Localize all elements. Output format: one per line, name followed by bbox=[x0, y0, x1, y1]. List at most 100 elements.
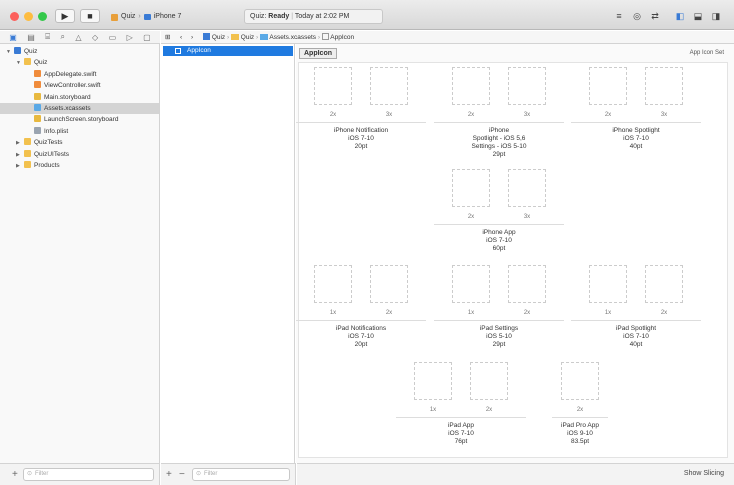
zoom-window-button[interactable] bbox=[38, 12, 47, 21]
assets-icon bbox=[259, 34, 268, 40]
stop-button[interactable]: ■ bbox=[80, 9, 100, 23]
asset-editor-header: AppIcon App Icon Set bbox=[296, 48, 734, 60]
icon-slot[interactable] bbox=[414, 362, 452, 400]
icon-slot-scale: 2x bbox=[523, 310, 531, 316]
navigator-item[interactable]: Main.storyboard bbox=[0, 92, 159, 103]
icon-slot[interactable] bbox=[314, 265, 352, 303]
show-slicing-button[interactable]: Show Slicing bbox=[684, 470, 724, 477]
folder-icon bbox=[24, 161, 31, 168]
icon-slot-scale: 3x bbox=[523, 112, 531, 118]
toggle-debug-area-button[interactable]: ⬓ bbox=[690, 9, 706, 23]
navigator-item-label: QuizUITests bbox=[34, 150, 70, 158]
related-items-icon[interactable]: ⊞ bbox=[165, 31, 170, 44]
asset-set-name: AppIcon bbox=[187, 47, 211, 54]
icon-slot[interactable] bbox=[452, 169, 490, 207]
symbol-icon[interactable]: ⌸ bbox=[45, 32, 50, 42]
icon-slot[interactable] bbox=[470, 362, 508, 400]
warning-icon[interactable]: △ bbox=[75, 33, 81, 42]
navigator-item-label: QuizTests bbox=[34, 139, 63, 147]
minimize-window-button[interactable] bbox=[24, 12, 33, 21]
navigator-item[interactable]: AppDelegate.swift bbox=[0, 69, 159, 80]
asset-list-footer: + − ⊙ Filter bbox=[161, 463, 296, 485]
icon-slot-scale: 2x bbox=[485, 407, 493, 413]
disclosure-closed-icon[interactable]: ▶ bbox=[16, 150, 24, 161]
icon-group-label: iPhone App iOS 7-10 60pt bbox=[482, 229, 516, 252]
status-time: Today at 2:02 PM bbox=[294, 13, 350, 20]
icon-slot[interactable] bbox=[370, 67, 408, 105]
asset-set-row-appicon[interactable]: AppIcon bbox=[163, 46, 293, 56]
filter-icon: ⊙ bbox=[196, 471, 202, 477]
toggle-navigator-button[interactable]: ◧ bbox=[672, 9, 688, 23]
add-asset-button[interactable]: + bbox=[166, 468, 172, 481]
icon-slot[interactable] bbox=[508, 169, 546, 207]
group-divider bbox=[296, 320, 426, 321]
navigator-item[interactable]: ▼ Quiz bbox=[0, 57, 159, 68]
version-editor-button[interactable]: ⇄ bbox=[647, 9, 663, 23]
icon-slot[interactable] bbox=[370, 265, 408, 303]
group-divider bbox=[396, 417, 526, 418]
source-control-icon[interactable]: ▤ bbox=[27, 33, 35, 42]
navigator-item[interactable]: ▼ Quiz bbox=[0, 46, 159, 57]
search-icon[interactable]: ⌕ bbox=[60, 32, 64, 42]
navigator-item[interactable]: ▶ Products bbox=[0, 160, 159, 171]
run-button[interactable]: ▶ bbox=[55, 9, 75, 23]
breakpoint-icon[interactable]: ▷ bbox=[127, 33, 133, 42]
group-divider bbox=[434, 320, 564, 321]
folder-icon[interactable]: ▣ bbox=[9, 33, 17, 42]
asset-set-type: App Icon Set bbox=[689, 50, 724, 56]
play-icon: ▶ bbox=[61, 11, 69, 21]
navigator-item[interactable]: ▶ QuizTests bbox=[0, 137, 159, 148]
assistant-editor-button[interactable]: ◎ bbox=[629, 9, 645, 23]
close-window-button[interactable] bbox=[10, 12, 19, 21]
disclosure-closed-icon[interactable]: ▶ bbox=[16, 161, 24, 172]
icon-slot-scale: 1x bbox=[429, 407, 437, 413]
icon-slot[interactable] bbox=[452, 67, 490, 105]
back-icon[interactable]: ‹ bbox=[180, 31, 182, 44]
navigator-item[interactable]: ViewController.swift bbox=[0, 80, 159, 91]
appicon-icon bbox=[321, 33, 329, 40]
asset-editor-canvas: AppIcon App Icon Set 2x 3x iPhone Notifica… bbox=[296, 44, 734, 463]
disclosure-closed-icon[interactable]: ▶ bbox=[16, 138, 24, 149]
icon-slot[interactable] bbox=[589, 265, 627, 303]
navigator-item[interactable]: LaunchScreen.storyboard bbox=[0, 114, 159, 125]
navigator-item-label: Info.plist bbox=[44, 127, 69, 135]
icon-group-label: iPad Pro App iOS 9-10 83.5pt bbox=[561, 422, 599, 445]
breadcrumb-project[interactable]: Quiz bbox=[212, 34, 225, 41]
folder-icon bbox=[230, 34, 239, 40]
app-scheme-icon bbox=[111, 13, 118, 21]
chevron-right-icon: › bbox=[255, 34, 259, 41]
icon-slot[interactable] bbox=[508, 67, 546, 105]
navigator-item-label: LaunchScreen.storyboard bbox=[44, 116, 119, 124]
icon-slot[interactable] bbox=[508, 265, 546, 303]
disclosure-open-icon[interactable]: ▼ bbox=[16, 58, 24, 69]
breadcrumb-group[interactable]: Quiz bbox=[241, 34, 254, 41]
icon-slot[interactable] bbox=[452, 265, 490, 303]
navigator-item[interactable]: Assets.xcassets bbox=[0, 103, 159, 114]
add-file-button[interactable]: + bbox=[12, 468, 18, 481]
asset-set-title[interactable]: AppIcon bbox=[299, 48, 337, 59]
toggle-utilities-button[interactable]: ◨ bbox=[708, 9, 724, 23]
icon-slot[interactable] bbox=[645, 265, 683, 303]
icon-slot[interactable] bbox=[645, 67, 683, 105]
standard-editor-button[interactable]: ≡ bbox=[611, 9, 627, 23]
icon-slot[interactable] bbox=[589, 67, 627, 105]
report-icon[interactable]: ▢ bbox=[143, 33, 151, 42]
icon-slot[interactable] bbox=[561, 362, 599, 400]
swift-icon bbox=[34, 69, 41, 77]
remove-asset-button[interactable]: − bbox=[179, 468, 185, 481]
disclosure-open-icon[interactable]: ▼ bbox=[6, 47, 14, 58]
icon-slot-scale: 1x bbox=[604, 310, 612, 316]
scheme-selector[interactable]: Quiz › iPhone 7 bbox=[111, 11, 181, 23]
jump-bar: ⊞ ‹ › Quiz › Quiz › Assets.xcassets › Ap… bbox=[161, 31, 734, 44]
breadcrumb-assets[interactable]: Assets.xcassets bbox=[269, 34, 316, 41]
navigator-item[interactable]: Info.plist bbox=[0, 126, 159, 137]
icon-slot[interactable] bbox=[314, 67, 352, 105]
filter-field-navigator[interactable]: ⊙ Filter bbox=[23, 468, 154, 481]
breadcrumb-appicon[interactable]: AppIcon bbox=[330, 34, 354, 41]
test-icon[interactable]: ◇ bbox=[92, 33, 98, 42]
filter-field-assets[interactable]: ⊙ Filter bbox=[192, 468, 290, 481]
forward-icon[interactable]: › bbox=[191, 31, 193, 44]
chevron-right-icon: › bbox=[138, 13, 141, 20]
debug-icon[interactable]: ▭ bbox=[109, 33, 117, 42]
navigator-item[interactable]: ▶ QuizUITests bbox=[0, 149, 159, 160]
